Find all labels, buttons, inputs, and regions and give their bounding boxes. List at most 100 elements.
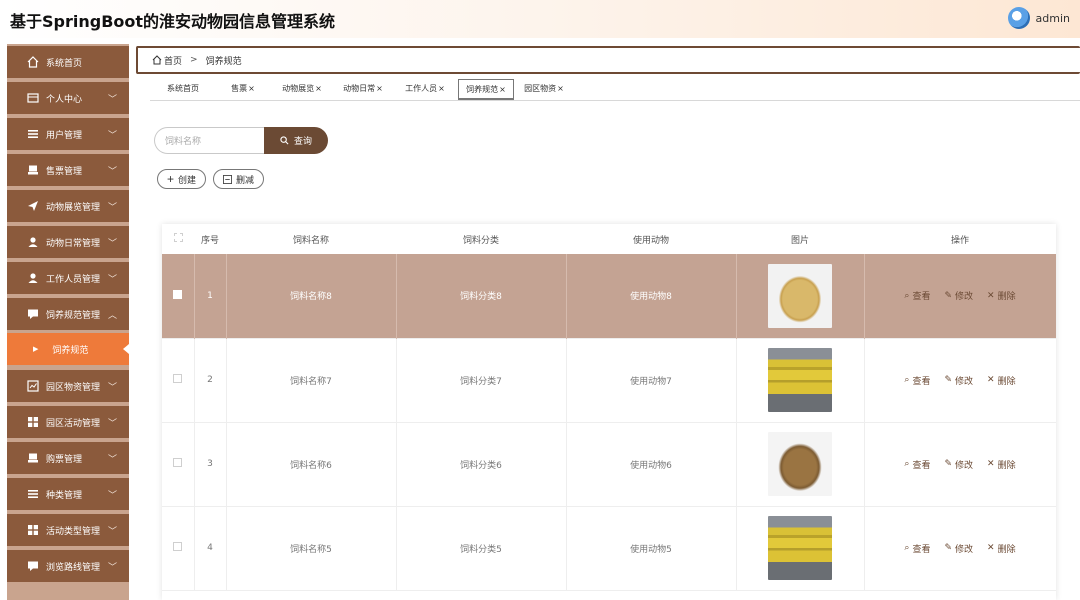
sidebar-item[interactable]: 动物日常管理 ﹀: [7, 226, 129, 258]
tab-label: 售票: [231, 84, 248, 93]
feed-animal: 使用动物7: [566, 338, 737, 422]
grid-icon: [27, 524, 39, 536]
pencil-icon: ✎: [944, 290, 953, 301]
close-icon[interactable]: ×: [248, 84, 255, 93]
row-checkbox[interactable]: [162, 338, 195, 422]
sidebar-item-label: 动物展览管理: [46, 202, 101, 213]
home-icon[interactable]: [152, 55, 162, 65]
table-row[interactable]: 4 饲料名称5 饲料分类5 使用动物5 ⌕ 查看 ✎ 修改 ✕ 删除: [162, 506, 1056, 590]
chevron-down-icon: ﹀: [107, 95, 117, 105]
search-button[interactable]: 查询: [264, 127, 328, 154]
tab[interactable]: 动物日常 ×: [334, 79, 392, 100]
view-button[interactable]: ⌕ 查看: [904, 542, 930, 555]
table-row[interactable]: 3 饲料名称6 饲料分类6 使用动物6 ⌕ 查看 ✎ 修改 ✕ 删除: [162, 422, 1056, 506]
delete-button[interactable]: ✕ 删除: [987, 289, 1016, 303]
row-actions: ⌕ 查看 ✎ 修改 ✕ 删除: [864, 254, 1056, 338]
table-row[interactable]: 2 饲料名称7 饲料分类7 使用动物7 ⌕ 查看 ✎ 修改 ✕ 删除: [162, 338, 1056, 422]
view-button[interactable]: ⌕ 查看: [904, 458, 930, 471]
sidebar-item[interactable]: 浏览路线管理 ﹀: [7, 550, 129, 582]
sidebar-item-label: 园区物资管理: [46, 382, 101, 393]
create-button[interactable]: + 创建: [157, 169, 207, 189]
delete-batch-button[interactable]: 删减: [213, 169, 265, 189]
tab-label: 工作人员: [405, 84, 438, 93]
edit-button[interactable]: ✎ 修改: [944, 458, 973, 471]
user-menu[interactable]: admin: [1007, 7, 1070, 29]
row-checkbox[interactable]: [162, 506, 195, 590]
feed-animal: 使用动物6: [566, 422, 737, 506]
grid-icon: [27, 416, 39, 428]
delete-button[interactable]: ✕ 删除: [987, 374, 1016, 387]
sidebar-item-label: 售票管理: [46, 166, 83, 177]
username[interactable]: admin: [1036, 12, 1070, 25]
tab-label: 系统首页: [167, 84, 199, 93]
pencil-icon: ✎: [944, 543, 953, 553]
feed-animal: 使用动物5: [566, 506, 737, 590]
sidebar-item[interactable]: 用户管理 ﹀: [7, 118, 129, 150]
chevron-down-icon: ﹀: [107, 239, 117, 249]
select-all-checkbox[interactable]: [162, 224, 194, 254]
caret-right-icon: ▶: [33, 345, 39, 353]
sidebar-subitem-label: 饲养规范: [52, 345, 89, 356]
feed-name: 饲料名称6: [226, 422, 397, 506]
delete-button[interactable]: ✕ 删除: [987, 542, 1016, 555]
sidebar-item-label: 用户管理: [46, 130, 83, 141]
sidebar-item[interactable]: 园区活动管理 ﹀: [7, 406, 129, 438]
feed-image[interactable]: [768, 516, 832, 580]
sidebar-item-label: 动物日常管理: [46, 238, 101, 249]
tab[interactable]: 园区物资 ×: [514, 79, 574, 100]
tab[interactable]: 售票 ×: [216, 79, 270, 100]
chart-icon: [27, 380, 39, 392]
app-title: 基于SpringBoot的淮安动物园信息管理系统: [10, 12, 336, 31]
edit-button[interactable]: ✎ 修改: [944, 374, 973, 387]
feed-image[interactable]: [768, 432, 832, 496]
tab[interactable]: 系统首页: [150, 79, 216, 100]
chevron-down-icon: ﹀: [107, 275, 117, 285]
search-input[interactable]: [154, 127, 266, 154]
sidebar-subitem-active[interactable]: ▶ 饲养规范: [7, 333, 129, 365]
delete-button[interactable]: ✕ 删除: [987, 458, 1016, 471]
breadcrumb-separator: >: [190, 55, 198, 65]
close-icon[interactable]: ×: [499, 85, 506, 94]
table-row[interactable]: 1 饲料名称8 饲料分类8 使用动物8 ⌕ 查看 ✎ 修改 ✕ 删除: [162, 254, 1056, 338]
column-header: 饲料分类: [396, 224, 566, 254]
sidebar-item[interactable]: 个人中心 ﹀: [7, 82, 129, 114]
close-icon[interactable]: ×: [557, 84, 564, 93]
chevron-down-icon: ﹀: [107, 563, 117, 573]
create-button-label: 创建: [178, 174, 197, 185]
view-button[interactable]: ⌕ 查看: [904, 289, 930, 303]
sidebar-item[interactable]: 饲养规范管理 ︿: [7, 298, 129, 330]
sidebar-item[interactable]: 系统首页: [7, 46, 129, 78]
edit-button[interactable]: ✎ 修改: [944, 542, 973, 555]
close-icon[interactable]: ×: [315, 84, 322, 93]
edit-button[interactable]: ✎ 修改: [944, 289, 973, 303]
menu-icon: [27, 128, 39, 140]
sidebar-item[interactable]: 购票管理 ﹀: [7, 442, 129, 474]
feed-name: 饲料名称5: [226, 506, 397, 590]
sidebar-item[interactable]: 动物展览管理 ﹀: [7, 190, 129, 222]
tab[interactable]: 工作人员 ×: [392, 79, 458, 100]
sidebar-item[interactable]: 种类管理 ﹀: [7, 478, 129, 510]
sidebar-item[interactable]: 活动类型管理 ﹀: [7, 514, 129, 546]
chevron-down-icon: ﹀: [107, 419, 117, 429]
sidebar-item[interactable]: 工作人员管理 ﹀: [7, 262, 129, 294]
send-icon: [27, 200, 39, 212]
close-icon[interactable]: ×: [376, 84, 383, 93]
breadcrumb-home[interactable]: 首页: [164, 54, 182, 67]
close-icon[interactable]: ×: [438, 84, 445, 93]
view-button[interactable]: ⌕ 查看: [904, 374, 930, 387]
feed-image[interactable]: [768, 348, 832, 412]
column-header: 图片: [736, 224, 864, 254]
sidebar-item[interactable]: 园区物资管理 ﹀: [7, 370, 129, 402]
feed-category: 饲料分类7: [396, 338, 567, 422]
avatar[interactable]: [1007, 7, 1030, 29]
chat-icon: [27, 308, 39, 320]
tab[interactable]: 饲养规范 ×: [458, 79, 514, 100]
row-checkbox[interactable]: [162, 422, 195, 506]
row-checkbox[interactable]: [162, 254, 195, 338]
feed-image-cell: [736, 254, 865, 338]
tab[interactable]: 动物展览 ×: [270, 79, 334, 100]
search-icon: ⌕: [904, 543, 910, 553]
feed-image[interactable]: [768, 263, 832, 328]
sidebar-item[interactable]: 售票管理 ﹀: [7, 154, 129, 186]
menu-icon: [27, 488, 39, 500]
